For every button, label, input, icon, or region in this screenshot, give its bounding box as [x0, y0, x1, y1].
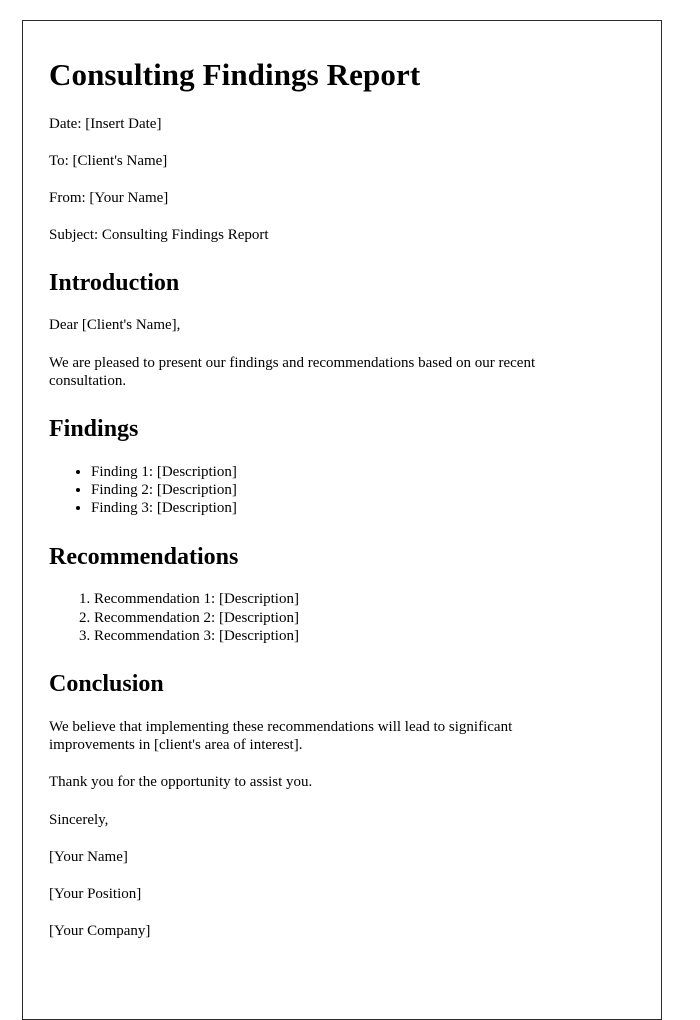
list-item: Finding 1: [Description]: [91, 463, 635, 481]
metadata-date: Date: [Insert Date]: [49, 115, 162, 132]
signature-block: Sincerely, [Your Name] [Your Position] […: [49, 811, 635, 940]
signature-closing: Sincerely,: [49, 811, 109, 828]
list-item: Recommendation 2: [Description]: [94, 609, 635, 627]
introduction-paragraph: We are pleased to present our findings a…: [49, 354, 536, 389]
findings-list: Finding 1: [Description] Finding 2: [Des…: [49, 463, 635, 518]
metadata-to: To: [Client's Name]: [49, 152, 168, 169]
conclusion-thanks: Thank you for the opportunity to assist …: [49, 774, 313, 791]
section-heading-findings: Findings: [49, 416, 139, 443]
recommendations-list: Recommendation 1: [Description] Recommen…: [49, 590, 635, 645]
signature-company: [Your Company]: [49, 922, 151, 939]
section-heading-conclusion: Conclusion: [49, 671, 164, 698]
list-item: Recommendation 3: [Description]: [94, 627, 635, 645]
document-page: Consulting Findings Report Date: [Insert…: [22, 20, 662, 1020]
introduction-salutation: Dear [Client's Name],: [49, 317, 181, 334]
section-heading-recommendations: Recommendations: [49, 543, 239, 570]
metadata-from: From: [Your Name]: [49, 189, 169, 206]
conclusion-paragraph: We believe that implementing these recom…: [49, 718, 513, 753]
list-item: Recommendation 1: [Description]: [94, 590, 635, 608]
signature-name: [Your Name]: [49, 848, 128, 865]
list-item: Finding 3: [Description]: [91, 499, 635, 517]
page-title: Consulting Findings Report: [49, 57, 421, 92]
section-heading-introduction: Introduction: [49, 269, 180, 296]
metadata-subject: Subject: Consulting Findings Report: [49, 226, 269, 243]
list-item: Finding 2: [Description]: [91, 481, 635, 499]
document-metadata: Date: [Insert Date] To: [Client's Name] …: [49, 115, 635, 244]
